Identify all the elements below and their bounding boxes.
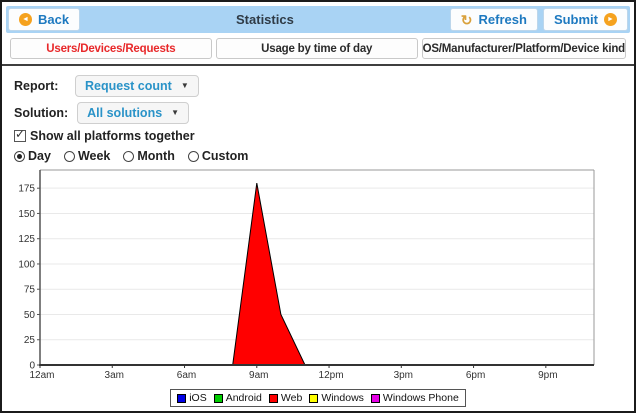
legend-item-web: Web	[269, 392, 302, 404]
period-radio-group: Day Week Month Custom	[14, 149, 634, 163]
chevron-down-icon: ▼	[181, 82, 189, 90]
tab-os-manufacturer-platform-device-kind[interactable]: OS/Manufacturer/Platform/Device kind	[422, 38, 626, 59]
svg-text:150: 150	[18, 209, 35, 220]
svg-text:100: 100	[18, 259, 35, 270]
legend-item-windows-phone: Windows Phone	[371, 392, 459, 404]
ios-swatch-icon	[177, 394, 186, 403]
legend-item-android: Android	[214, 392, 262, 404]
show-all-platforms-label: Show all platforms together	[30, 129, 195, 143]
svg-text:6am: 6am	[177, 370, 196, 381]
radio-week-circle	[64, 151, 75, 162]
report-controls: Report: Request count ▼ Solution: All so…	[2, 66, 634, 163]
svg-text:3am: 3am	[105, 370, 124, 381]
radio-month-circle	[123, 151, 134, 162]
windows-phone-swatch-icon	[371, 394, 380, 403]
svg-text:125: 125	[18, 234, 35, 245]
solution-dropdown[interactable]: All solutions ▼	[77, 102, 189, 124]
radio-month[interactable]: Month	[123, 149, 174, 163]
back-button[interactable]: ◄ Back	[8, 8, 80, 31]
back-arrow-icon: ◄	[19, 13, 32, 26]
svg-text:12pm: 12pm	[319, 370, 344, 381]
tab-users-devices-requests[interactable]: Users/Devices/Requests	[10, 38, 212, 59]
svg-text:50: 50	[24, 310, 36, 321]
legend-item-ios: iOS	[177, 392, 207, 404]
report-label: Report:	[14, 79, 66, 93]
statistics-window: ◄ Back Statistics ↻ Refresh Submit ► Use…	[0, 0, 636, 413]
refresh-button[interactable]: ↻ Refresh	[450, 8, 538, 31]
show-all-platforms-row: ✓ Show all platforms together	[14, 129, 634, 143]
radio-day[interactable]: Day	[14, 149, 51, 163]
legend-item-windows: Windows	[309, 392, 364, 404]
radio-custom-circle	[188, 151, 199, 162]
radio-custom[interactable]: Custom	[188, 149, 249, 163]
chart-legend: iOS Android Web Windows Windows Phone	[2, 389, 634, 407]
solution-label: Solution:	[14, 106, 68, 120]
refresh-icon: ↻	[461, 13, 473, 27]
windows-swatch-icon	[309, 394, 318, 403]
android-swatch-icon	[214, 394, 223, 403]
back-button-label: Back	[38, 12, 69, 27]
svg-text:175: 175	[18, 184, 35, 195]
web-swatch-icon	[269, 394, 278, 403]
submit-arrow-icon: ►	[604, 13, 617, 26]
show-all-platforms-checkbox[interactable]: ✓	[14, 130, 26, 142]
svg-text:75: 75	[24, 285, 36, 296]
submit-button[interactable]: Submit ►	[543, 8, 628, 31]
refresh-button-label: Refresh	[479, 12, 527, 27]
tab-usage-by-time-of-day[interactable]: Usage by time of day	[216, 38, 418, 59]
radio-day-circle	[14, 151, 25, 162]
svg-text:12am: 12am	[29, 370, 54, 381]
svg-text:6pm: 6pm	[466, 370, 485, 381]
page-title: Statistics	[80, 8, 450, 31]
report-dropdown[interactable]: Request count ▼	[75, 75, 199, 97]
svg-text:9am: 9am	[249, 370, 268, 381]
requests-chart: 025507510012515017512am3am6am9am12pm3pm6…	[2, 167, 634, 407]
svg-text:3pm: 3pm	[394, 370, 413, 381]
report-dropdown-value: Request count	[85, 79, 172, 93]
solution-dropdown-value: All solutions	[87, 106, 162, 120]
chevron-down-icon: ▼	[171, 109, 179, 117]
submit-button-label: Submit	[554, 12, 598, 27]
radio-week[interactable]: Week	[64, 149, 110, 163]
header-bar: ◄ Back Statistics ↻ Refresh Submit ►	[6, 6, 630, 33]
tab-bar: Users/Devices/Requests Usage by time of …	[10, 38, 626, 59]
svg-text:25: 25	[24, 335, 36, 346]
svg-text:9pm: 9pm	[538, 370, 557, 381]
area-chart-canvas: 025507510012515017512am3am6am9am12pm3pm6…	[2, 167, 636, 383]
